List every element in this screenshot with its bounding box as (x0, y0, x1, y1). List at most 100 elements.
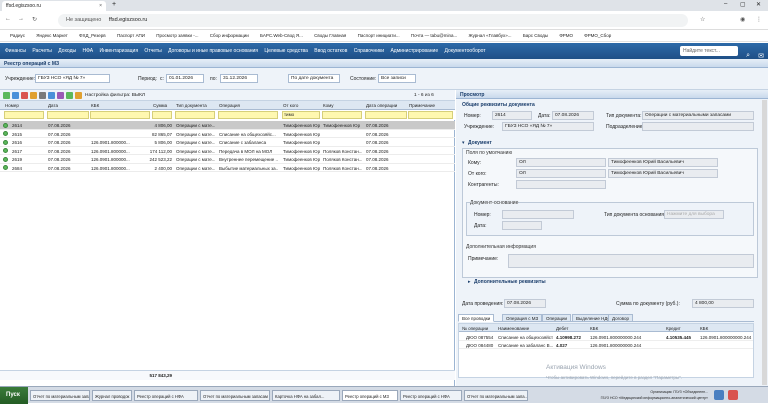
menu-item-references[interactable]: Справочники (354, 48, 384, 54)
mail-icon[interactable]: ✉ (758, 52, 764, 59)
filter-settings-button[interactable]: Настройка фильтра: ВЫКЛ (85, 93, 145, 98)
bookmark-item[interactable]: Паспорт инициати... (358, 33, 400, 38)
reload-icon[interactable]: ↻ (32, 16, 37, 23)
bookmark-item[interactable]: Радиус (10, 33, 25, 38)
extra-props-expand-icon[interactable]: ▸ (468, 279, 471, 285)
from-date-input[interactable]: 01.01.2026 (166, 74, 204, 83)
bookmark-item[interactable]: Паспорт АПИ (117, 33, 145, 38)
refresh-icon[interactable] (48, 92, 55, 99)
col-number[interactable]: Номер (4, 103, 44, 108)
bookmark-item[interactable]: ФРМО_Сбор (584, 33, 611, 38)
table-row[interactable]: 2614 07.08.2026 4 806,00 Операции с мате… (0, 121, 455, 130)
new-tab-icon[interactable]: + (112, 1, 116, 8)
table-row[interactable]: 2617 07.08.2026 126.0901.800000... 174 1… (0, 147, 455, 155)
add-icon[interactable] (3, 92, 10, 99)
bookmark-item[interactable]: Почта — tabu@mina... (411, 33, 457, 38)
browser-menu-icon[interactable]: ⋮ (756, 16, 762, 23)
table-row[interactable]: 2619 07.08.2026 126.0901.800000... 242 5… (0, 155, 455, 164)
tab-all-postings[interactable]: Все проводки (458, 314, 495, 322)
extra-props-section-title[interactable]: Дополнительные реквизиты (474, 279, 546, 285)
filter-operation[interactable] (218, 111, 278, 119)
filter-icon[interactable] (75, 92, 82, 99)
bookmark-item[interactable]: Журнал «Главбух»... (468, 33, 511, 38)
copy-icon[interactable] (30, 92, 37, 99)
table-row[interactable]: 2684 07.08.2026 126.0901.800000... 2 400… (0, 164, 455, 172)
task-item[interactable]: Отчет по материальным запа... (464, 390, 528, 401)
preview-scrollbar[interactable] (762, 100, 767, 385)
task-item[interactable]: Карточка НФА на забал... (272, 390, 340, 401)
filter-to[interactable] (322, 111, 362, 119)
state-select[interactable]: Все записи (378, 74, 416, 83)
close-window-icon[interactable]: ✕ (756, 1, 761, 8)
posting-row[interactable]: ДЮО 087554 Списание на общехозяйст... 4.… (459, 333, 753, 341)
basis-doctype-field[interactable]: Нажмите для выбора (664, 210, 724, 219)
filter-doctype[interactable] (175, 111, 215, 119)
tab-mz-operation[interactable]: Операция с МЗ (502, 314, 543, 322)
filter-kbk[interactable] (90, 111, 150, 119)
task-item[interactable]: Реестр операций с НФА (400, 390, 462, 401)
task-item[interactable]: Отчет по материальным запа... (30, 390, 90, 401)
menu-search-input[interactable]: Найдите текст... (680, 46, 738, 56)
date-mode-select[interactable]: По дате документа (288, 74, 340, 83)
col-doctype[interactable]: Тип документа (175, 103, 215, 108)
export-icon[interactable] (57, 92, 64, 99)
exit-icon[interactable] (728, 390, 738, 400)
bookmark-item[interactable]: Сбор информации (210, 33, 249, 38)
print-icon[interactable] (39, 92, 46, 99)
bookmark-item[interactable]: Барс Своды (523, 33, 548, 38)
back-icon[interactable]: ← (5, 16, 11, 22)
task-item[interactable]: Отчет по материальным запасам (200, 390, 270, 401)
menu-item-reports[interactable]: Отчеты (144, 48, 161, 54)
filter-note[interactable] (408, 111, 453, 119)
filter-number[interactable] (4, 111, 44, 119)
col-sum[interactable]: Сумма (152, 103, 172, 108)
to-date-input[interactable]: 31.12.2026 (220, 74, 258, 83)
minimize-icon[interactable]: ‒ (724, 1, 727, 7)
filter-opdate[interactable] (365, 111, 407, 119)
task-item-active[interactable]: Реестр операций с МЗ (342, 390, 398, 401)
institution-select[interactable]: ГБУЗ НСО «ЯД № 7» (35, 74, 110, 83)
col-opdate[interactable]: Дата операции (365, 103, 407, 108)
edit-icon[interactable] (12, 92, 19, 99)
menu-item-contracts[interactable]: Договоры и иные правовые основания (168, 48, 258, 54)
forward-icon[interactable]: → (18, 16, 24, 22)
col-from[interactable]: От кого (282, 103, 320, 108)
menu-item-income[interactable]: Доходы (58, 48, 76, 54)
task-item[interactable]: Журнал проводок (92, 390, 132, 401)
bookmark-item[interactable]: БАРС.Web-Свод Я... (260, 33, 303, 38)
menu-item-finance[interactable]: Финансы (5, 48, 26, 54)
profile-icon[interactable]: ◉ (740, 16, 745, 23)
filter-date[interactable] (47, 111, 89, 119)
task-item[interactable]: Реестр операций с НФА (134, 390, 198, 401)
menu-item-calculations[interactable]: Расчеты (32, 48, 52, 54)
bookmark-item[interactable]: Своды Главная (314, 33, 346, 38)
filter-from[interactable]: тимо (282, 111, 320, 119)
menu-item-balances[interactable]: Ввод остатков (314, 48, 347, 54)
browser-tab[interactable]: ffsd.egiszsoo.ru × (2, 1, 106, 11)
menu-item-admin[interactable]: Администрирование (390, 48, 438, 54)
col-note[interactable]: Примечание (408, 103, 453, 108)
col-date[interactable]: Дата (47, 103, 89, 108)
menu-item-inventory[interactable]: Инвентаризация (100, 48, 139, 54)
menu-item-target-funds[interactable]: Целевые средства (264, 48, 307, 54)
col-to[interactable]: Кому (322, 103, 362, 108)
document-expand-icon[interactable]: ▾ (462, 140, 465, 146)
post-icon[interactable] (66, 92, 73, 99)
star-icon[interactable]: ☆ (700, 16, 705, 23)
search-icon[interactable]: ⌕ (746, 52, 750, 59)
bookmark-item[interactable]: Просмотр заявки -... (156, 33, 198, 38)
maximize-icon[interactable]: ▢ (740, 1, 746, 8)
posting-row[interactable]: ДЮО 084480 Списание на забаланс В... 4.0… (459, 341, 753, 349)
bookmark-item[interactable]: ФРМО (559, 33, 573, 38)
delete-icon[interactable] (21, 92, 28, 99)
tab-contract[interactable]: Договор (608, 314, 633, 322)
table-row[interactable]: 2615 07.08.2026 82 865,07 Операции с мат… (0, 130, 455, 138)
url-field[interactable]: Не защищено ffsd.egiszsoo.ru (58, 14, 688, 27)
menu-item-nfa[interactable]: НФА (82, 48, 93, 54)
col-kbk[interactable]: КБК (90, 103, 150, 108)
document-section-title[interactable]: Документ (468, 140, 492, 146)
bookmark-item[interactable]: Яндекс Маркет (36, 33, 68, 38)
tab-close-icon[interactable]: × (99, 3, 102, 9)
table-row[interactable]: 2616 07.08.2026 126.0901.800000... 5 806… (0, 138, 455, 147)
tab-operations[interactable]: Операции (542, 314, 572, 322)
